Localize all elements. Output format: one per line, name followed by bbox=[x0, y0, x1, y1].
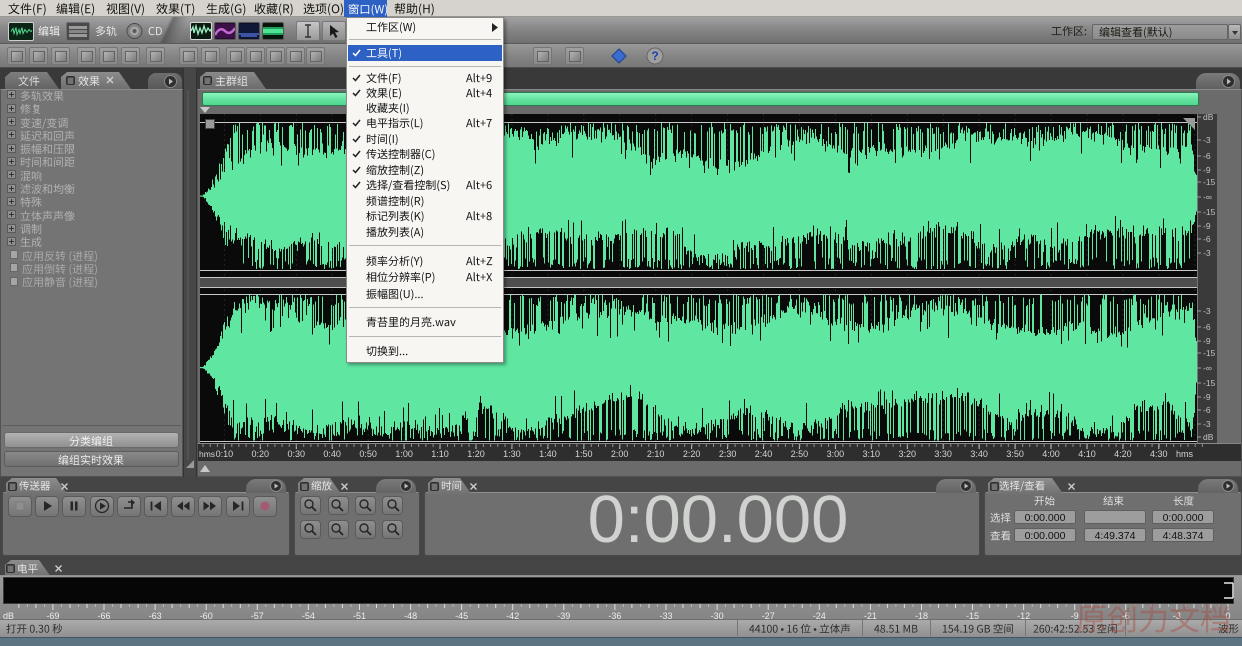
svg-text:-15: -15 bbox=[1203, 177, 1216, 187]
svg-text:-15: -15 bbox=[1203, 378, 1216, 388]
svg-text:0:10: 0:10 bbox=[216, 449, 234, 459]
svg-text:4:30: 4:30 bbox=[1150, 449, 1168, 459]
svg-text:1:20: 1:20 bbox=[467, 449, 485, 459]
svg-text:-∞: -∞ bbox=[1203, 363, 1212, 373]
svg-text:0:20: 0:20 bbox=[252, 449, 270, 459]
svg-text:1:10: 1:10 bbox=[431, 449, 449, 459]
svg-text:-∞: -∞ bbox=[1203, 192, 1212, 202]
svg-text:2:30: 2:30 bbox=[719, 449, 737, 459]
svg-text:3:20: 3:20 bbox=[899, 449, 917, 459]
svg-text:-9: -9 bbox=[1203, 336, 1211, 346]
svg-text:0:50: 0:50 bbox=[359, 449, 377, 459]
svg-text:-15: -15 bbox=[1203, 348, 1216, 358]
svg-text:-6: -6 bbox=[1203, 151, 1211, 161]
svg-text:dB: dB bbox=[1203, 114, 1214, 122]
svg-text:4:20: 4:20 bbox=[1114, 449, 1132, 459]
svg-text:-9: -9 bbox=[1203, 165, 1211, 175]
svg-text:1:30: 1:30 bbox=[503, 449, 521, 459]
svg-text:-3: -3 bbox=[1203, 135, 1211, 145]
svg-text:0:40: 0:40 bbox=[323, 449, 341, 459]
svg-text:3:50: 3:50 bbox=[1006, 449, 1024, 459]
svg-text:4:10: 4:10 bbox=[1078, 449, 1096, 459]
svg-text:3:10: 3:10 bbox=[863, 449, 881, 459]
svg-text:hms: hms bbox=[1176, 449, 1194, 459]
svg-text:3:40: 3:40 bbox=[970, 449, 988, 459]
svg-text:0:30: 0:30 bbox=[288, 449, 306, 459]
svg-text:2:10: 2:10 bbox=[647, 449, 665, 459]
svg-text:1:00: 1:00 bbox=[395, 449, 413, 459]
svg-text:-3: -3 bbox=[1203, 419, 1211, 429]
svg-text:-9: -9 bbox=[1203, 221, 1211, 231]
svg-text:4:00: 4:00 bbox=[1042, 449, 1060, 459]
svg-text:-6: -6 bbox=[1203, 405, 1211, 415]
svg-text:1:40: 1:40 bbox=[539, 449, 557, 459]
svg-text:2:20: 2:20 bbox=[683, 449, 701, 459]
svg-text:-3: -3 bbox=[1203, 248, 1211, 258]
svg-text:3:30: 3:30 bbox=[934, 449, 952, 459]
svg-text:2:50: 2:50 bbox=[791, 449, 809, 459]
svg-text:-9: -9 bbox=[1203, 392, 1211, 402]
svg-text:-6: -6 bbox=[1203, 234, 1211, 244]
svg-text:?: ? bbox=[651, 49, 658, 63]
svg-text:hms: hms bbox=[199, 449, 215, 459]
svg-text:-15: -15 bbox=[1203, 207, 1216, 217]
svg-text:2:00: 2:00 bbox=[611, 449, 629, 459]
svg-text:-3: -3 bbox=[1203, 306, 1211, 316]
svg-text:-6: -6 bbox=[1203, 322, 1211, 332]
svg-text:dB: dB bbox=[1203, 432, 1214, 442]
svg-text:2:40: 2:40 bbox=[755, 449, 773, 459]
svg-text:3:00: 3:00 bbox=[827, 449, 845, 459]
svg-text:1:50: 1:50 bbox=[575, 449, 593, 459]
